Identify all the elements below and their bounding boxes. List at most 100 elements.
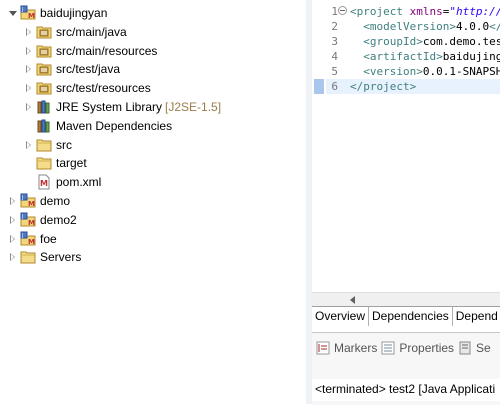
tree-item-label: baidujingyan [40,6,108,20]
tree-item-decoration: [J2SE-1.5] [165,100,222,114]
servers-icon [458,341,472,355]
tab-markers[interactable]: Markers [316,341,377,355]
tab-servers[interactable]: Se [458,341,491,355]
tree-item-src-main-java[interactable]: src/main/java [24,23,127,41]
tab-properties[interactable]: Properties [381,341,454,355]
tree-item-demo[interactable]: J Mdemo [8,192,70,210]
tab-dependency-hierarchy[interactable]: Depend [453,307,500,326]
bottom-view-tabs: Markers Properties Se [312,337,491,359]
tree-item-label: JRE System Library [56,100,163,114]
tree-item-maven-dependencies[interactable]: Maven Dependencies [24,117,172,135]
svg-text:M: M [28,219,35,227]
folder-icon [36,155,52,171]
code-line[interactable]: <project xmlns="http:// [350,4,500,19]
expanded-arrow-icon[interactable] [8,4,18,22]
bottom-view-panel: Markers Properties Se <terminated> test2… [312,332,500,405]
tree-item-src-test-java[interactable]: src/test/java [24,60,120,78]
code-token: <version> [350,65,423,78]
code-token: com.demo.tes [422,35,500,48]
collapsed-arrow-icon[interactable] [24,79,34,97]
svg-text:M: M [28,200,35,208]
tree-item-target[interactable]: target [24,154,87,172]
console-status-text: <terminated> test2 [Java Applicati [312,379,500,401]
markers-label: Markers [334,341,378,355]
tree-item-label: demo2 [40,212,77,227]
code-token: </project> [350,80,417,93]
scroll-left-icon[interactable] [348,295,358,305]
tree-item-label: target [56,156,87,171]
tree-item-servers[interactable]: Servers [8,248,81,266]
tree-item-label: src/main/resources [56,43,158,58]
collapsed-arrow-icon[interactable] [8,230,18,248]
source-folder-icon [36,80,52,96]
code-token: <artifactId> [350,50,443,63]
library-icon [36,99,52,115]
collapsed-arrow-icon[interactable] [8,192,18,210]
no-arrow [24,117,34,135]
tree-item-label: src/main/java [56,24,127,39]
tree-item-src[interactable]: src [24,136,72,154]
pom-xml-editor[interactable]: 1 <project xmlns="http:// 2 <modelVersion>… [312,0,500,292]
tab-overview[interactable]: Overview [312,307,370,326]
code-line[interactable]: <artifactId>baidujing [350,49,500,64]
collapsed-arrow-icon[interactable] [8,211,18,229]
editor-gutter [312,0,326,292]
source-folder-icon [36,24,52,40]
code-token: <groupId> [350,35,423,48]
svg-text:J: J [21,214,23,220]
code-token: </ [489,20,500,33]
no-arrow [24,173,34,191]
maven-project-icon: JM [20,193,36,209]
collapsed-arrow-icon[interactable] [24,98,34,116]
code-line[interactable]: </project> [350,79,416,94]
source-folder-icon [36,61,52,77]
collapsed-arrow-icon[interactable] [24,136,34,154]
code-token: 4.0.0 [455,20,490,33]
editor-horizontal-scrollbar[interactable] [312,292,500,307]
line-number: 2 [331,20,338,33]
tree-item-label: foe [40,231,57,246]
code-line[interactable]: <version>0.0.1-SNAPSH [350,64,500,79]
properties-label: Properties [399,341,455,355]
tree-item-label: src/test/resources [56,81,151,96]
tree-item-jre-system-library[interactable]: JRE System Library [J2SE-1.5] [24,98,221,116]
tab-dependencies[interactable]: Dependencies [369,307,453,326]
collapsed-arrow-icon[interactable] [24,42,34,60]
maven-project-icon: JM [20,231,36,247]
library-icon [36,118,52,134]
code-token: "http:// [449,5,500,18]
line-number: 6 [331,80,338,93]
tree-item-label: src/test/java [56,62,121,77]
folder-icon [20,249,36,265]
servers-label: Se [476,341,491,355]
code-line[interactable]: <groupId>com.demo.tes [350,34,500,49]
collapsed-arrow-icon[interactable] [8,248,18,266]
svg-text:M: M [28,12,35,20]
source-folder-icon [36,43,52,59]
svg-text:J: J [21,7,23,13]
svg-text:J: J [21,195,23,201]
line-number: 3 [331,35,338,48]
tree-item-demo2[interactable]: J Mdemo2 [8,211,77,229]
no-arrow [24,154,34,172]
line-marker-icon [314,79,324,94]
line-number: 5 [331,65,338,78]
tree-item-pom-xml[interactable]: Mpom.xml [24,173,101,191]
folder-icon [36,137,52,153]
tree-item-src-main-resources[interactable]: src/main/resources [24,42,157,60]
tree-item-baidujingyan[interactable]: J Mbaidujingyan [8,4,107,22]
tree-item-foe[interactable]: J M foe [8,230,57,248]
xml-file-icon: M [36,174,52,190]
code-token: baidujing [442,50,500,63]
code-token: xmlns [409,5,443,18]
maven-project-icon: JM [20,5,36,21]
tree-item-src-test-resources[interactable]: src/test/resources [24,79,151,97]
svg-text:M: M [28,238,35,246]
svg-text:M: M [40,179,48,188]
code-line[interactable]: <modelVersion>4.0.0</ [350,19,500,34]
code-token: <modelVersion> [350,20,456,33]
tree-item-label: src [56,137,72,152]
collapsed-arrow-icon[interactable] [24,60,34,78]
collapsed-arrow-icon[interactable] [24,23,34,41]
fold-toggle-icon[interactable] [338,6,347,15]
